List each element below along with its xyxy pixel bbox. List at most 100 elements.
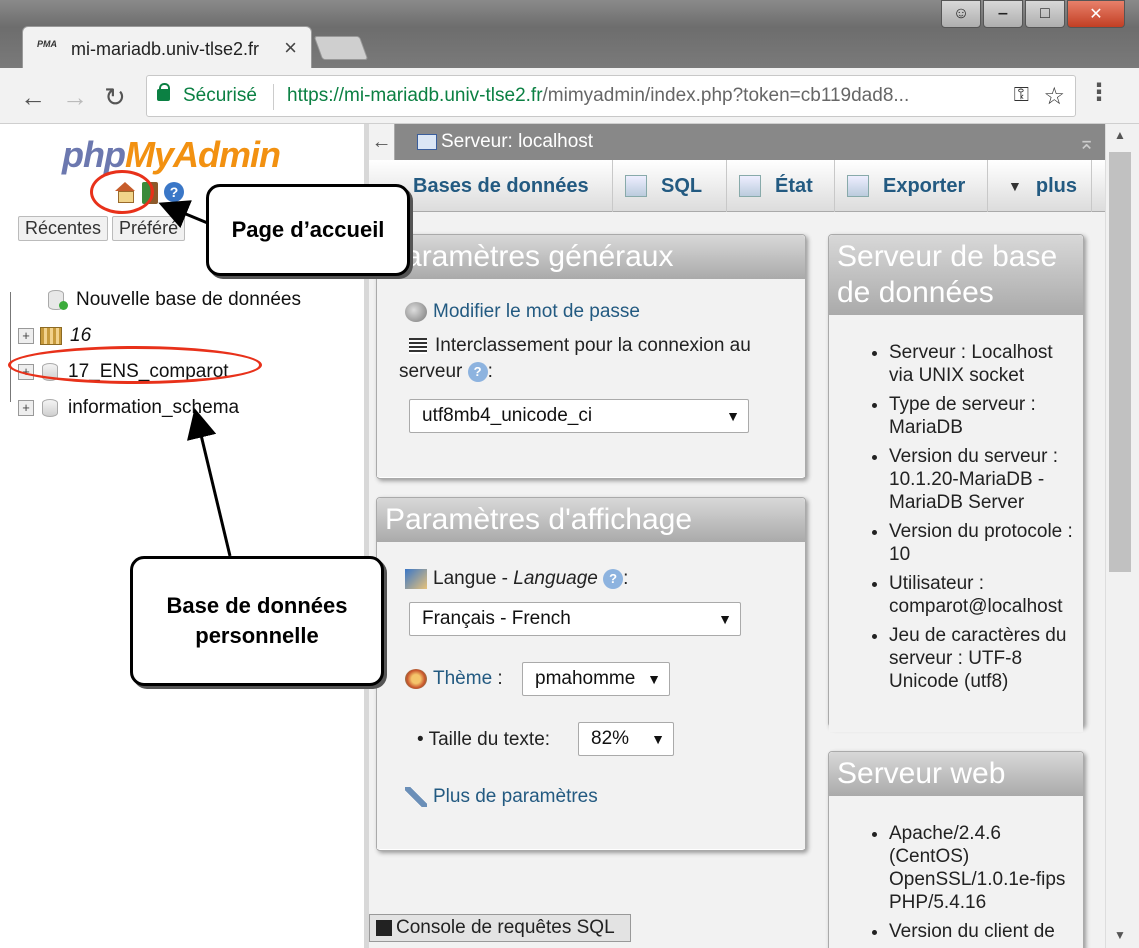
top-menu: Bases de données SQL État Exporter ▼ plus (369, 160, 1105, 212)
tree-item-information-schema[interactable]: + information_schema (18, 390, 301, 426)
maximize-button[interactable]: □ (1025, 0, 1065, 28)
db-server-title: Serveur de base de données (829, 235, 1083, 315)
tab-recent[interactable]: Récentes (18, 216, 109, 241)
browser-toolbar: ← → ↻ Sécurisé https://mi-mariadb.univ-t… (0, 68, 1139, 124)
collapse-nav-arrow-icon[interactable]: ← (369, 124, 395, 160)
bookmark-star-icon[interactable]: ☆ (1043, 82, 1065, 111)
theme-row: Thème : (405, 668, 503, 690)
chevron-down-icon: ▼ (647, 671, 661, 687)
scroll-down-icon[interactable]: ▼ (1114, 928, 1126, 942)
window-controls: ☺ ‒ □ ✕ (941, 0, 1125, 30)
phpmyadmin-logo[interactable]: phpMyAdmin (62, 134, 281, 176)
logo-my: My (124, 134, 174, 175)
collation-label-row: Interclassement pour la connexion au ser… (399, 335, 751, 382)
personal-db-highlight-ellipse (8, 346, 262, 384)
key-icon[interactable]: ⚿ (1014, 84, 1029, 107)
url-host: mi-mariadb.univ-tlse2.fr (344, 85, 543, 106)
db-server-panel: Serveur de base de données Serveur : Loc… (828, 234, 1084, 732)
personal-db-callout-line2: personnelle (195, 623, 319, 648)
dropdown-triangle-icon: ▼ (1008, 178, 1022, 194)
collation-select[interactable]: utf8mb4_unicode_ci ▼ (409, 399, 749, 433)
theme-select[interactable]: pmahomme ▼ (522, 662, 670, 696)
sql-console-bar[interactable]: Console de requêtes SQL (369, 914, 631, 942)
language-select[interactable]: Français - French ▼ (409, 602, 741, 636)
new-tab-button[interactable] (313, 36, 369, 60)
language-label-en: Language (513, 568, 598, 589)
help-icon[interactable]: ? (164, 182, 184, 202)
list-item: Apache/2.4.6 (CentOS) OpenSSL/1.0.1e-fip… (889, 822, 1075, 914)
vertical-scrollbar[interactable]: ▲ ▼ (1105, 124, 1139, 948)
collation-select-value: utf8mb4_unicode_ci (422, 405, 593, 426)
tab-sql[interactable]: SQL (613, 160, 727, 212)
tab-close-icon[interactable]: × (284, 35, 297, 61)
web-server-panel: Serveur web Apache/2.4.6 (CentOS) OpenSS… (828, 751, 1084, 948)
change-password-link[interactable]: Modifier le mot de passe (433, 301, 640, 322)
reload-icon[interactable]: ↻ (104, 82, 126, 113)
collation-help-icon[interactable]: ? (467, 361, 488, 382)
url-scheme: https:// (287, 85, 345, 106)
back-arrow-icon[interactable]: ← (20, 82, 46, 113)
user-icon[interactable]: ☺ (941, 0, 981, 28)
console-label: Console de requêtes SQL (396, 917, 615, 938)
tab-more[interactable]: ▼ plus (988, 160, 1092, 212)
db-server-info-list: Serveur : Localhost via UNIX socket Type… (829, 341, 1083, 693)
list-item: Version du client de (889, 920, 1075, 943)
tree-item-new-database[interactable]: Nouvelle base de données (18, 282, 301, 318)
expand-icon[interactable]: + (18, 328, 34, 344)
lock-icon (157, 83, 170, 101)
server-label[interactable]: Serveur: localhost (441, 131, 593, 153)
browser-tab[interactable]: PMA mi-mariadb.univ-tlse2.fr × (22, 26, 312, 70)
font-size-select[interactable]: 82% ▼ (578, 722, 674, 756)
server-breadcrumb-bar: ← Serveur: localhost ⌅ (369, 124, 1105, 160)
tab-title: mi-mariadb.univ-tlse2.fr (71, 39, 260, 59)
theme-palette-icon (405, 668, 427, 689)
personal-db-callout-line1: Base de données (166, 593, 348, 618)
font-size-row: • Taille du texte: (417, 729, 551, 750)
theme-label[interactable]: Thème (433, 668, 492, 689)
font-size-select-value: 82% (591, 728, 630, 749)
scrollbar-thumb[interactable] (1109, 152, 1131, 572)
general-settings-title: Paramètres généraux (377, 235, 805, 279)
tab-status[interactable]: État (727, 160, 835, 212)
new-database-icon (48, 290, 68, 310)
general-settings-body: Modifier le mot de passe Interclassement… (377, 279, 805, 477)
url-path: /mimyadmin/index.php?token=cb119dad8... (542, 85, 910, 106)
more-settings-link[interactable]: Plus de paramètres (433, 786, 598, 807)
list-item: Serveur : Localhost via UNIX socket (889, 341, 1075, 387)
list-item: Version du serveur : 10.1.20-MariaDB - M… (889, 445, 1075, 514)
address-bar[interactable]: Sécurisé https://mi-mariadb.univ-tlse2.f… (146, 75, 1076, 117)
chevron-down-icon: ▼ (651, 731, 665, 747)
collation-label: Interclassement pour la connexion au ser… (399, 335, 751, 382)
expand-icon[interactable]: + (18, 400, 34, 416)
general-settings-panel: Paramètres généraux Modifier le mot de p… (376, 234, 806, 479)
browser-menu-icon[interactable]: ⋮ (1087, 78, 1111, 107)
server-icon (417, 134, 437, 150)
chevron-down-icon: ▼ (718, 611, 732, 627)
minimize-button[interactable]: ‒ (983, 0, 1023, 28)
db-name: 16 (70, 325, 92, 346)
web-server-info-list: Apache/2.4.6 (CentOS) OpenSSL/1.0.1e-fip… (829, 822, 1083, 943)
scroll-up-icon[interactable]: ▲ (1114, 128, 1126, 142)
chevron-down-icon: ▼ (726, 408, 740, 424)
more-settings-row: Plus de paramètres (405, 786, 598, 808)
tab-status-label: État (775, 174, 813, 197)
database-group-icon (40, 327, 62, 345)
list-item: Version du protocole : 10 (889, 520, 1075, 566)
personal-db-callout: Base de données personnelle (130, 556, 384, 686)
tab-export[interactable]: Exporter (835, 160, 988, 212)
password-icon (405, 301, 427, 322)
status-chart-icon (739, 175, 761, 197)
tab-favorites[interactable]: Préféré (112, 216, 186, 241)
home-highlight-ellipse (90, 170, 154, 214)
forward-arrow-icon[interactable]: → (62, 82, 88, 113)
close-window-button[interactable]: ✕ (1067, 0, 1125, 28)
secure-label: Sécurisé (183, 85, 257, 106)
list-item: Jeu de caractères du serveur : UTF-8 Uni… (889, 624, 1075, 693)
collapse-top-icon[interactable]: ⌅ (1078, 130, 1095, 155)
export-icon (847, 175, 869, 197)
new-database-label: Nouvelle base de données (76, 289, 302, 310)
browser-titlebar: PMA mi-mariadb.univ-tlse2.fr × ☺ ‒ □ ✕ (0, 0, 1139, 70)
wrench-icon (405, 786, 427, 807)
language-help-icon[interactable]: ? (603, 568, 624, 589)
list-item: Type de serveur : MariaDB (889, 393, 1075, 439)
